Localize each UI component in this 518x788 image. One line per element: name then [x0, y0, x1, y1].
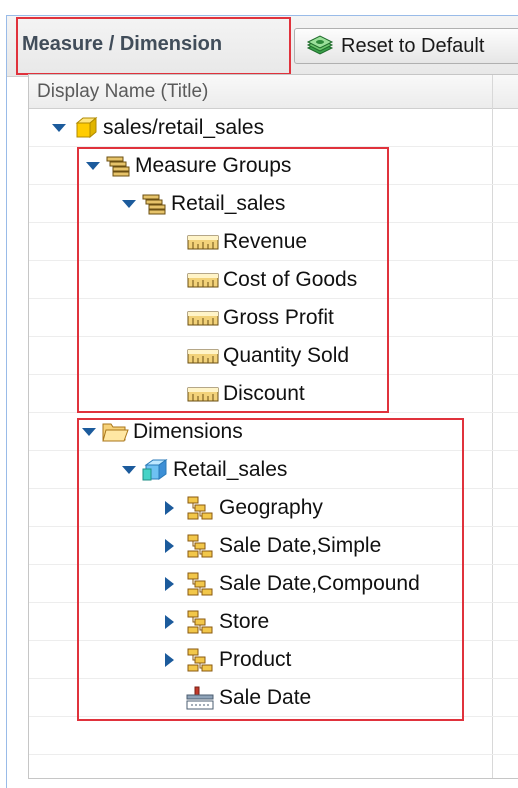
dimension-cube-icon [142, 458, 168, 480]
tree-node-sale-date-attribute[interactable]: Sale Date [29, 679, 518, 717]
dimensions-label: Dimensions [133, 419, 243, 443]
tree-node-measure[interactable]: Cost of Goods [29, 261, 518, 299]
hierarchy-icon [187, 610, 213, 633]
measure-group-icon [106, 156, 130, 176]
measure-label: Quantity Sold [223, 343, 350, 367]
measure-label: Discount [223, 381, 305, 405]
tree-node-root-label: sales/retail_sales [103, 115, 265, 139]
measure-label: Gross Profit [223, 305, 334, 329]
tree-node-measure[interactable]: Gross Profit [29, 299, 518, 337]
date-attribute-icon [186, 686, 214, 709]
money-stack-icon [306, 35, 334, 55]
tree-node-measure-group-retail-sales[interactable]: Retail_sales [29, 185, 518, 223]
tree-node-dimension[interactable]: Store [29, 603, 518, 641]
measure-ruler-icon [187, 311, 219, 325]
dimension-label: Product [219, 647, 292, 671]
empty-row [29, 717, 518, 755]
tree-node-dimensions[interactable]: Dimensions [29, 413, 518, 451]
expanded-arrow-icon[interactable] [121, 196, 137, 212]
dimension-label: Sale Date,Simple [219, 533, 382, 557]
measure-ruler-icon [187, 349, 219, 363]
hierarchy-icon [187, 572, 213, 595]
tree-grid: Display Name (Title) sales/retail_sales … [28, 74, 518, 779]
hierarchy-icon [187, 534, 213, 557]
cube-icon [75, 116, 98, 138]
tree-node-dimension-cube-retail-sales[interactable]: Retail_sales [29, 451, 518, 489]
collapsed-arrow-icon[interactable] [161, 500, 177, 516]
hierarchy-icon [187, 648, 213, 671]
collapsed-arrow-icon[interactable] [161, 576, 177, 592]
collapsed-arrow-icon[interactable] [161, 538, 177, 554]
tree-node-dimension[interactable]: Product [29, 641, 518, 679]
expanded-arrow-icon[interactable] [121, 462, 137, 478]
column-header-display-name[interactable]: Display Name (Title) [29, 75, 518, 109]
tree-node-dimension[interactable]: Geography [29, 489, 518, 527]
tree-node-dimension[interactable]: Sale Date,Compound [29, 565, 518, 603]
dimension-cube-label: Retail_sales [173, 457, 288, 481]
tree-node-dimension[interactable]: Sale Date,Simple [29, 527, 518, 565]
reset-to-default-label: Reset to Default [341, 34, 485, 57]
measure-group-label: Retail_sales [171, 191, 286, 215]
measure-ruler-icon [187, 387, 219, 401]
measure-group-icon [142, 194, 166, 214]
measure-label: Cost of Goods [223, 267, 358, 291]
sale-date-label: Sale Date [219, 685, 312, 709]
folder-open-icon [102, 423, 129, 441]
measure-label: Revenue [223, 229, 308, 253]
expanded-arrow-icon[interactable] [85, 158, 101, 174]
dimension-label: Store [219, 609, 270, 633]
collapsed-arrow-icon[interactable] [161, 652, 177, 668]
expanded-arrow-icon[interactable] [81, 424, 97, 440]
measure-ruler-icon [187, 235, 219, 249]
dimension-label: Sale Date,Compound [219, 571, 420, 595]
measure-groups-label: Measure Groups [135, 153, 292, 177]
tree-node-measure[interactable]: Discount [29, 375, 518, 413]
tree-node-measure-groups[interactable]: Measure Groups [29, 147, 518, 185]
tree-node-root[interactable]: sales/retail_sales [29, 109, 518, 147]
measure-ruler-icon [187, 273, 219, 287]
tree-node-measure[interactable]: Revenue [29, 223, 518, 261]
tree-node-measure[interactable]: Quantity Sold [29, 337, 518, 375]
hierarchy-icon [187, 496, 213, 519]
dimension-label: Geography [219, 495, 323, 519]
reset-to-default-button[interactable]: Reset to Default [294, 28, 518, 64]
collapsed-arrow-icon[interactable] [161, 614, 177, 630]
expanded-arrow-icon[interactable] [51, 120, 67, 136]
panel-title: Measure / Dimension [22, 33, 223, 55]
